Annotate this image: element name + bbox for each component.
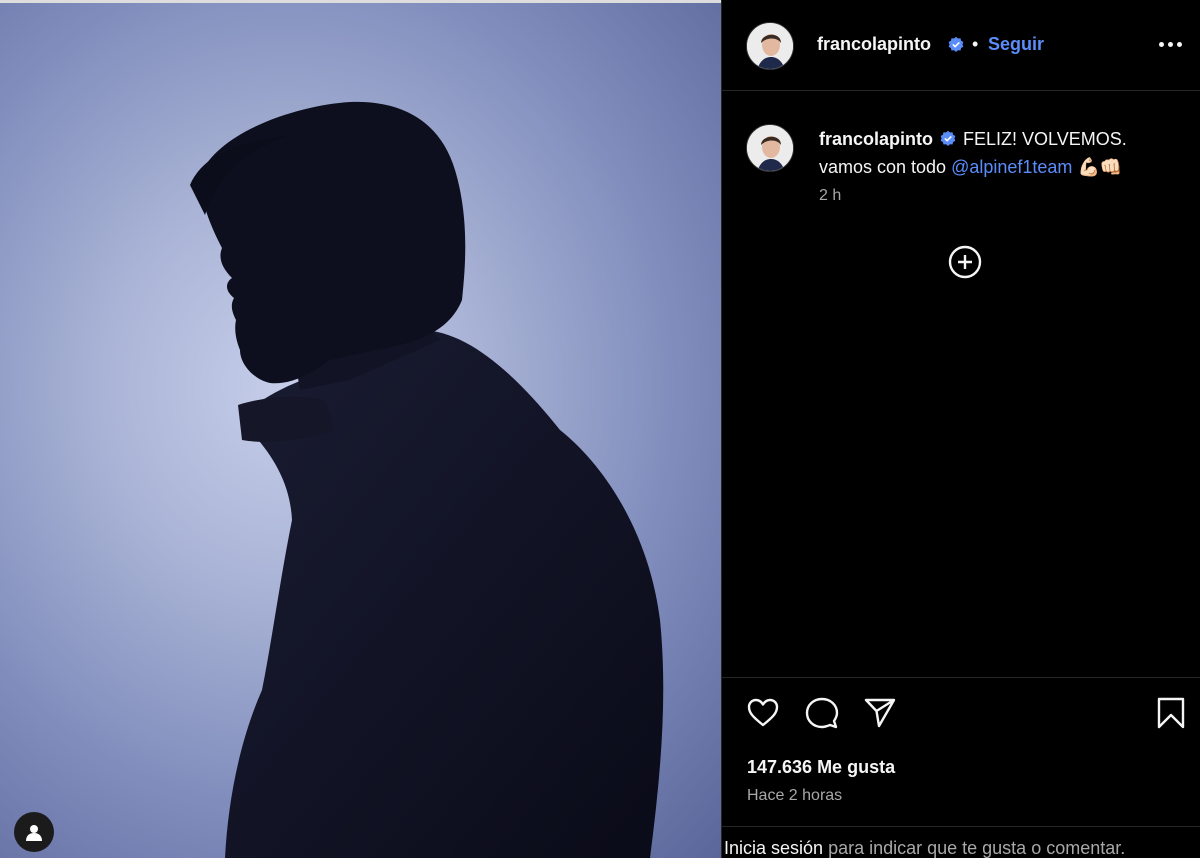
more-options-icon[interactable] (1156, 34, 1184, 54)
bookmark-icon[interactable] (1154, 696, 1188, 730)
login-prompt-text: para indicar que te gusta o comentar. (823, 838, 1126, 858)
verified-badge-icon (940, 130, 956, 147)
actions-divider (722, 677, 1200, 678)
login-divider (722, 826, 1200, 827)
posted-time[interactable]: Hace 2 horas (747, 787, 842, 805)
caption-mention[interactable]: @alpinef1team (951, 157, 1072, 177)
user-tag-icon (26, 825, 42, 841)
author-avatar[interactable] (746, 22, 794, 70)
login-link[interactable]: Inicia sesión (724, 838, 823, 858)
caption-time[interactable]: 2 h (819, 187, 841, 205)
login-prompt: Inicia sesión para indicar que te gusta … (724, 838, 1125, 858)
separator-dot: • (972, 34, 979, 54)
caption-author-avatar[interactable] (746, 124, 794, 172)
post-sidebar: francolapinto • Seguir francolapinto FELI… (721, 0, 1200, 858)
likes-count[interactable]: 147.636 Me gusta (747, 757, 895, 778)
heart-icon[interactable] (746, 696, 780, 730)
silhouette-photo (190, 101, 664, 858)
caption-line-2: vamos con todo (819, 157, 952, 177)
post-media[interactable] (0, 0, 721, 858)
user-tag-button[interactable] (14, 812, 54, 852)
comment-icon[interactable] (805, 696, 839, 730)
send-icon[interactable] (863, 696, 897, 730)
caption-text: FELIZ! VOLVEMOS. (963, 129, 1127, 149)
post-header: francolapinto • Seguir (722, 0, 1200, 91)
caption-username[interactable]: francolapinto (819, 129, 933, 149)
post-caption: francolapinto FELIZ! VOLVEMOS. vamos con … (819, 125, 1189, 181)
caption-emojis: 💪🏻👊🏻 (1077, 157, 1123, 177)
verified-badge-icon (948, 36, 964, 53)
add-circle-icon[interactable] (948, 245, 982, 279)
author-username[interactable]: francolapinto (817, 34, 931, 55)
follow-button[interactable]: Seguir (988, 34, 1044, 55)
